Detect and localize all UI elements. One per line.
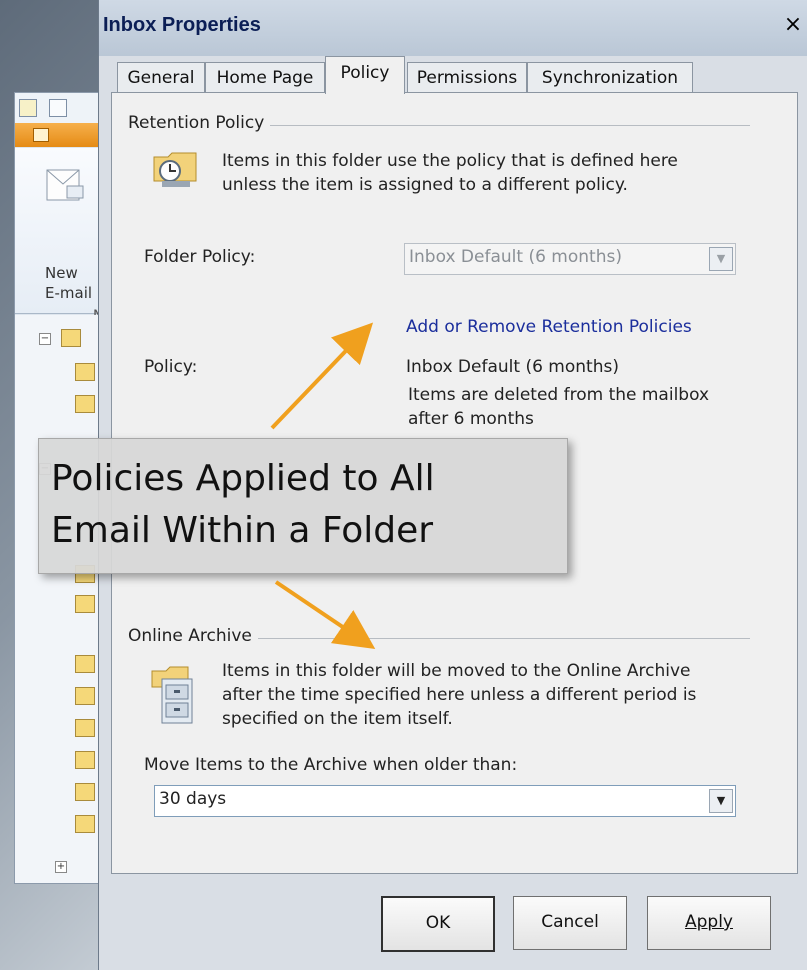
new-email-icon[interactable] [43,160,87,204]
new-email-label[interactable]: New E-mail [45,263,92,303]
annotation-callout: Policies Applied to All Email Within a F… [38,438,568,574]
retention-description: Items in this folder use the policy that… [222,151,678,195]
folder-policy-value: Inbox Default (6 months) [409,247,622,267]
folder-icon[interactable] [75,783,95,801]
folder-icon[interactable] [75,363,95,381]
folder-icon[interactable] [75,687,95,705]
close-icon[interactable]: × [782,14,804,36]
outlook-icon[interactable] [19,99,37,117]
folder-icon[interactable] [75,751,95,769]
cancel-button[interactable]: Cancel [513,896,627,950]
retention-group-label: Retention Policy [128,113,271,133]
file-menu-icon [33,128,49,142]
tab-policy[interactable]: Policy [325,56,405,94]
callout-text: Policies Applied to All Email Within a F… [51,458,435,551]
folder-icon[interactable] [75,395,95,413]
move-items-label: Move Items to the Archive when older tha… [144,755,518,775]
folder-policy-select[interactable]: Inbox Default (6 months) ▼ [404,243,736,275]
favorites-folder-icon[interactable] [61,329,81,347]
ok-button[interactable]: OK [381,896,495,952]
folder-icon[interactable] [75,595,95,613]
folder-icon[interactable] [75,655,95,673]
tab-home-page[interactable]: Home Page [205,62,325,93]
tab-synchronization[interactable]: Synchronization [527,62,693,93]
folder-policy-label: Folder Policy: [144,247,256,267]
folder-icon[interactable] [75,815,95,833]
dialog-title: Inbox Properties [103,14,261,36]
tab-permissions[interactable]: Permissions [407,62,527,93]
tab-general[interactable]: General [117,62,205,93]
expand-expander[interactable]: + [55,861,67,873]
policy-label: Policy: [144,357,198,377]
archive-group-label: Online Archive [128,626,258,646]
policy-clock-icon [153,152,197,187]
title-bar[interactable]: Inbox Properties × [99,0,807,56]
policy-name: Inbox Default (6 months) [406,357,619,377]
dropdown-arrow-icon[interactable]: ▼ [709,789,733,813]
archive-cabinet-icon [151,666,193,724]
send-receive-icon[interactable] [49,99,67,117]
policy-detail: Items are deleted from the mailbox after… [408,385,710,429]
folder-icon[interactable] [75,719,95,737]
apply-button[interactable]: Apply [647,896,771,950]
archive-age-value: 30 days [159,789,227,809]
archive-age-select[interactable]: 30 days ▼ [154,785,736,817]
dropdown-arrow-icon[interactable]: ▼ [709,247,733,271]
collapse-expander[interactable]: − [39,333,51,345]
archive-description: Items in this folder will be moved to th… [222,661,697,729]
add-remove-retention-link[interactable]: Add or Remove Retention Policies [406,315,692,339]
